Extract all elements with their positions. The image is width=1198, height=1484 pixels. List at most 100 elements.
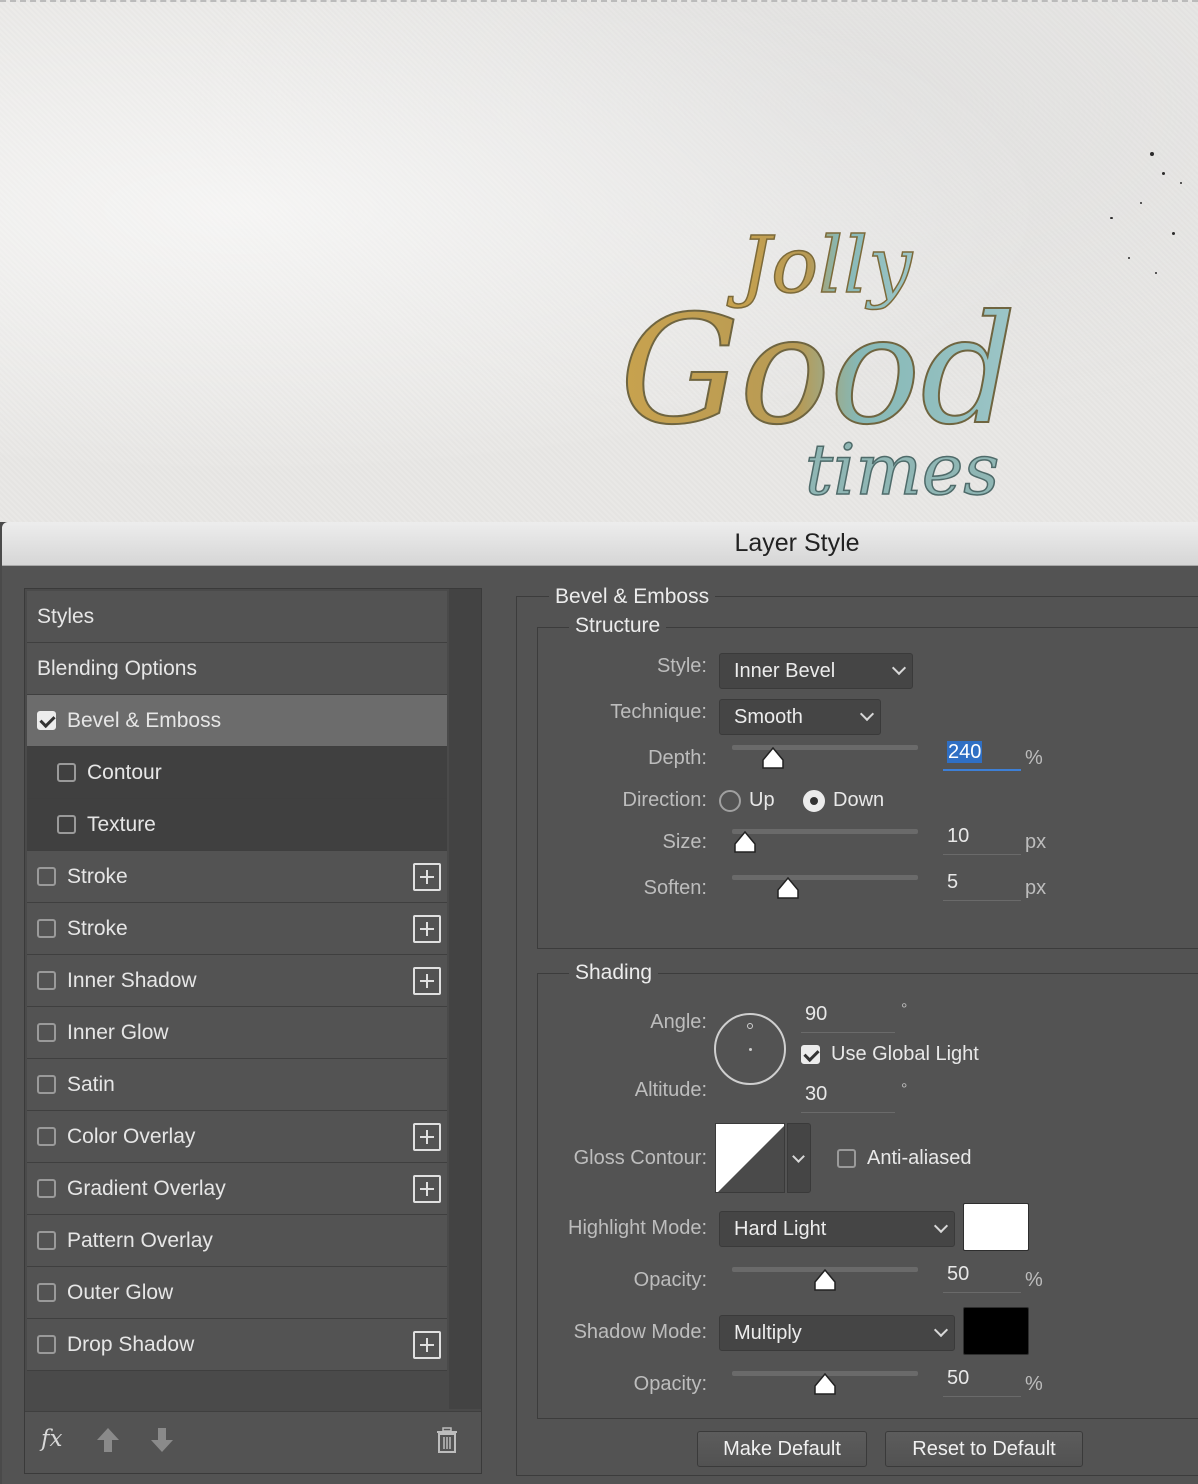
size-slider-thumb[interactable] [734,831,756,853]
depth-slider-thumb[interactable] [762,747,784,769]
trash-icon[interactable] [435,1426,459,1454]
style-item-checkbox[interactable] [37,1127,56,1146]
style-item-label: Contour [87,760,162,784]
style-dropdown[interactable]: Inner Bevel [719,653,913,689]
angle-label: Angle: [650,1011,707,1033]
soften-slider[interactable] [732,875,918,899]
style-item[interactable]: Stroke [27,903,447,955]
highlight-opacity-thumb[interactable] [814,1269,836,1291]
add-icon[interactable] [413,1174,441,1203]
size-label: Size: [662,831,707,853]
style-item-checkbox[interactable] [37,1179,56,1198]
styles-list-panel: Styles Blending Options Bevel & Emboss Cont… [24,588,482,1474]
style-item-checkbox[interactable] [37,867,56,886]
gloss-contour-label: Gloss Contour: [573,1147,707,1169]
styles-list: Styles Blending Options Bevel & Emboss Cont… [27,591,447,1371]
highlight-opacity-input[interactable]: 50 [943,1263,1021,1293]
angle-input[interactable]: 90 [801,1003,895,1033]
list-scrollbar[interactable] [449,589,481,1409]
shadow-color-swatch[interactable] [963,1307,1029,1355]
contour-curve-icon [718,1126,784,1192]
chevron-down-icon [891,660,907,676]
highlight-opacity-unit: % [1025,1269,1043,1291]
angle-dial[interactable] [714,1013,786,1085]
size-input[interactable]: 10 [943,825,1021,855]
soften-unit: px [1025,877,1047,899]
soften-slider-thumb[interactable] [777,877,799,899]
shadow-opacity-thumb[interactable] [814,1373,836,1395]
shadow-opacity-label: Opacity: [633,1373,707,1395]
direction-up-label[interactable]: Up [749,789,775,812]
move-down-icon[interactable] [149,1426,175,1454]
shadow-mode-dropdown[interactable]: Multiply [719,1315,955,1351]
style-item-label: Drop Shadow [67,1332,195,1356]
size-slider[interactable] [732,829,918,853]
add-icon[interactable] [413,914,441,943]
gloss-contour-preview[interactable] [715,1123,785,1193]
style-item[interactable]: Contour [27,747,447,799]
shadow-opacity-input[interactable]: 50 [943,1367,1021,1397]
style-item-checkbox[interactable] [37,919,56,938]
reset-to-default-button[interactable]: Reset to Default [885,1431,1083,1467]
chevron-down-icon [933,1218,949,1234]
use-global-light-checkbox[interactable] [801,1045,820,1064]
style-item-checkbox[interactable] [37,1075,56,1094]
fx-icon[interactable]: fx [41,1426,62,1452]
style-item-checkbox[interactable] [37,711,56,730]
style-item-checkbox[interactable] [37,1023,56,1042]
style-item[interactable]: Styles [27,591,447,643]
add-icon[interactable] [413,1122,441,1151]
depth-unit: % [1025,747,1043,769]
style-item[interactable]: Gradient Overlay [27,1163,447,1215]
anti-aliased-label[interactable]: Anti-aliased [867,1147,972,1170]
style-item[interactable]: Bevel & Emboss [27,695,447,747]
style-item-checkbox[interactable] [57,815,76,834]
dialog-titlebar[interactable]: Layer Style [2,522,1198,566]
style-item[interactable]: Pattern Overlay [27,1215,447,1267]
direction-up-radio[interactable] [719,790,741,812]
style-item-checkbox[interactable] [37,1231,56,1250]
style-item[interactable]: Outer Glow [27,1267,447,1319]
make-default-button[interactable]: Make Default [697,1431,867,1467]
style-item-checkbox[interactable] [37,1335,56,1354]
altitude-input[interactable]: 30 [801,1083,895,1113]
direction-down-label[interactable]: Down [833,789,884,812]
style-item-label: Color Overlay [67,1124,196,1148]
style-item[interactable]: Blending Options [27,643,447,695]
add-icon[interactable] [413,1330,441,1359]
highlight-color-swatch[interactable] [963,1203,1029,1251]
add-icon[interactable] [413,862,441,891]
move-up-icon[interactable] [95,1426,121,1454]
gloss-contour-dropdown[interactable] [787,1123,811,1193]
highlight-opacity-slider[interactable] [732,1267,918,1291]
settings-panel: Bevel & Emboss Structure Style: Inner Be… [516,585,1198,1476]
style-item[interactable]: Texture [27,799,447,851]
style-item-label: Texture [87,812,156,836]
style-item-label: Inner Glow [67,1020,169,1044]
depth-input-value: 240 [947,741,983,763]
direction-down-radio[interactable] [803,790,825,812]
anti-aliased-checkbox[interactable] [837,1149,856,1168]
style-item[interactable]: Color Overlay [27,1111,447,1163]
style-item[interactable]: Stroke [27,851,447,903]
technique-dropdown[interactable]: Smooth [719,699,881,735]
depth-input[interactable]: 240 [943,741,1021,771]
style-item-checkbox[interactable] [37,971,56,990]
style-item[interactable]: Satin [27,1059,447,1111]
use-global-light-label[interactable]: Use Global Light [831,1043,979,1066]
shadow-opacity-slider[interactable] [732,1371,918,1395]
layer-style-dialog: Layer Style Styles Blending Options Bevel … [2,522,1198,1484]
depth-slider[interactable] [732,745,918,769]
style-item-checkbox[interactable] [57,763,76,782]
add-icon[interactable] [413,966,441,995]
svg-text:times: times [805,429,999,511]
document-canvas[interactable]: Jolly Good times [0,0,1198,522]
shading-title: Shading [569,961,659,985]
style-item[interactable]: Inner Shadow [27,955,447,1007]
altitude-label: Altitude: [634,1079,707,1101]
style-item[interactable]: Inner Glow [27,1007,447,1059]
soften-input[interactable]: 5 [943,871,1021,901]
style-item-checkbox[interactable] [37,1283,56,1302]
style-item[interactable]: Drop Shadow [27,1319,447,1371]
highlight-mode-dropdown[interactable]: Hard Light [719,1211,955,1247]
